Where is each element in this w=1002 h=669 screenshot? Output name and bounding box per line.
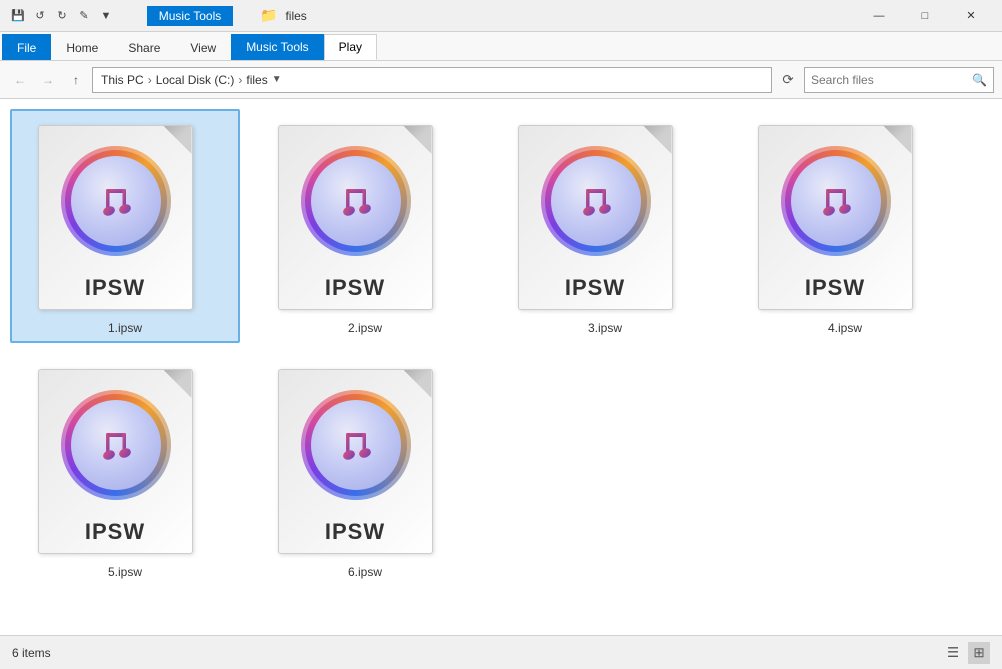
itunes-circle xyxy=(61,390,171,500)
up-button[interactable]: ↑ xyxy=(64,68,88,92)
file-type-label: IPSW xyxy=(565,275,625,301)
music-note-icon xyxy=(570,175,622,227)
item-count: 6 items xyxy=(12,646,51,660)
doc-corner xyxy=(404,126,432,154)
file-name: 5.ipsw xyxy=(108,565,142,579)
doc-shape: IPSW xyxy=(278,125,433,310)
title-bar: 💾 ↺ ↻ ✎ ▼ Music Tools 📁 files — □ ✕ xyxy=(0,0,1002,32)
back-button[interactable]: ← xyxy=(8,68,32,92)
folder-icon: 📁 xyxy=(260,7,277,24)
refresh-button[interactable]: ⟳ xyxy=(776,68,800,92)
doc-corner xyxy=(164,370,192,398)
file-type-label: IPSW xyxy=(85,519,145,545)
itunes-circle xyxy=(301,390,411,500)
window-title-area: 📁 files xyxy=(260,7,856,24)
itunes-inner xyxy=(71,400,161,490)
itunes-circle xyxy=(541,146,651,256)
doc-corner xyxy=(884,126,912,154)
dropdown-btn[interactable]: ▼ xyxy=(96,6,116,26)
doc-shape: IPSW xyxy=(38,125,193,310)
itunes-circle xyxy=(61,146,171,256)
doc-shape: IPSW xyxy=(758,125,913,310)
close-button[interactable]: ✕ xyxy=(948,0,994,32)
search-input[interactable] xyxy=(811,73,968,87)
file-name: 3.ipsw xyxy=(588,321,622,335)
address-bar: ← → ↑ This PC › Local Disk (C:) › files … xyxy=(0,61,1002,99)
itunes-circle xyxy=(781,146,891,256)
file-name: 6.ipsw xyxy=(348,565,382,579)
doc-shape: IPSW xyxy=(518,125,673,310)
view-details-button[interactable]: ☰ xyxy=(942,642,964,664)
file-type-label: IPSW xyxy=(325,519,385,545)
music-note-icon xyxy=(90,419,142,471)
breadcrumb-chevron: ▼ xyxy=(272,74,282,85)
music-note-icon xyxy=(90,175,142,227)
ribbon: File Home Share View Music Tools Play xyxy=(0,32,1002,61)
music-note-icon xyxy=(810,175,862,227)
redo-btn[interactable]: ↻ xyxy=(52,6,72,26)
file-item[interactable]: IPSW 4.ipsw xyxy=(730,109,960,343)
file-item[interactable]: IPSW 3.ipsw xyxy=(490,109,720,343)
ribbon-tabs: File Home Share View Music Tools Play xyxy=(0,32,1002,60)
itunes-inner xyxy=(551,156,641,246)
tab-music-tools[interactable]: Music Tools xyxy=(231,34,323,60)
view-controls: ☰ ⊞ xyxy=(942,642,990,664)
save-btn[interactable]: 💾 xyxy=(8,6,28,26)
file-icon-wrapper: IPSW xyxy=(38,361,213,561)
file-grid: IPSW 1.ipsw xyxy=(0,99,1002,635)
doc-shape: IPSW xyxy=(278,369,433,554)
itunes-inner xyxy=(71,156,161,246)
breadcrumb-files: files xyxy=(246,73,267,87)
file-name: 4.ipsw xyxy=(828,321,862,335)
file-icon-wrapper: IPSW xyxy=(278,361,453,561)
breadcrumb-pc: This PC xyxy=(101,73,144,87)
undo-btn[interactable]: ↺ xyxy=(30,6,50,26)
tab-share[interactable]: Share xyxy=(113,34,175,60)
search-icon: 🔍 xyxy=(972,73,987,87)
itunes-circle xyxy=(301,146,411,256)
file-icon-wrapper: IPSW xyxy=(278,117,453,317)
main-content: IPSW 1.ipsw xyxy=(0,99,1002,635)
file-item[interactable]: IPSW 5.ipsw xyxy=(10,353,240,587)
file-name: 2.ipsw xyxy=(348,321,382,335)
tab-file[interactable]: File xyxy=(2,34,51,60)
file-item[interactable]: IPSW 6.ipsw xyxy=(250,353,480,587)
tab-play[interactable]: Play xyxy=(324,34,377,60)
quick-access-toolbar: 💾 ↺ ↻ ✎ ▼ xyxy=(8,6,116,26)
file-icon-wrapper: IPSW xyxy=(518,117,693,317)
breadcrumb[interactable]: This PC › Local Disk (C:) › files ▼ xyxy=(92,67,772,93)
search-box: 🔍 xyxy=(804,67,994,93)
breadcrumb-disk: Local Disk (C:) xyxy=(156,73,235,87)
tab-view[interactable]: View xyxy=(175,34,231,60)
music-note-icon xyxy=(330,175,382,227)
properties-btn[interactable]: ✎ xyxy=(74,6,94,26)
maximize-button[interactable]: □ xyxy=(902,0,948,32)
window-controls: — □ ✕ xyxy=(856,0,994,32)
doc-shape: IPSW xyxy=(38,369,193,554)
doc-corner xyxy=(164,126,192,154)
doc-corner xyxy=(644,126,672,154)
file-item[interactable]: IPSW 2.ipsw xyxy=(250,109,480,343)
ribbon-active-tab: Music Tools xyxy=(147,6,233,26)
music-note-icon xyxy=(330,419,382,471)
view-large-icons-button[interactable]: ⊞ xyxy=(968,642,990,664)
file-type-label: IPSW xyxy=(805,275,865,301)
minimize-button[interactable]: — xyxy=(856,0,902,32)
itunes-inner xyxy=(311,156,401,246)
itunes-inner xyxy=(791,156,881,246)
itunes-inner xyxy=(311,400,401,490)
tab-home[interactable]: Home xyxy=(51,34,113,60)
forward-button[interactable]: → xyxy=(36,68,60,92)
file-item[interactable]: IPSW 1.ipsw xyxy=(10,109,240,343)
file-type-label: IPSW xyxy=(85,275,145,301)
file-icon-wrapper: IPSW xyxy=(758,117,933,317)
doc-corner xyxy=(404,370,432,398)
status-bar: 6 items ☰ ⊞ xyxy=(0,635,1002,669)
file-icon-wrapper: IPSW xyxy=(38,117,213,317)
file-type-label: IPSW xyxy=(325,275,385,301)
file-name: 1.ipsw xyxy=(108,321,142,335)
window-title: files xyxy=(285,9,306,23)
